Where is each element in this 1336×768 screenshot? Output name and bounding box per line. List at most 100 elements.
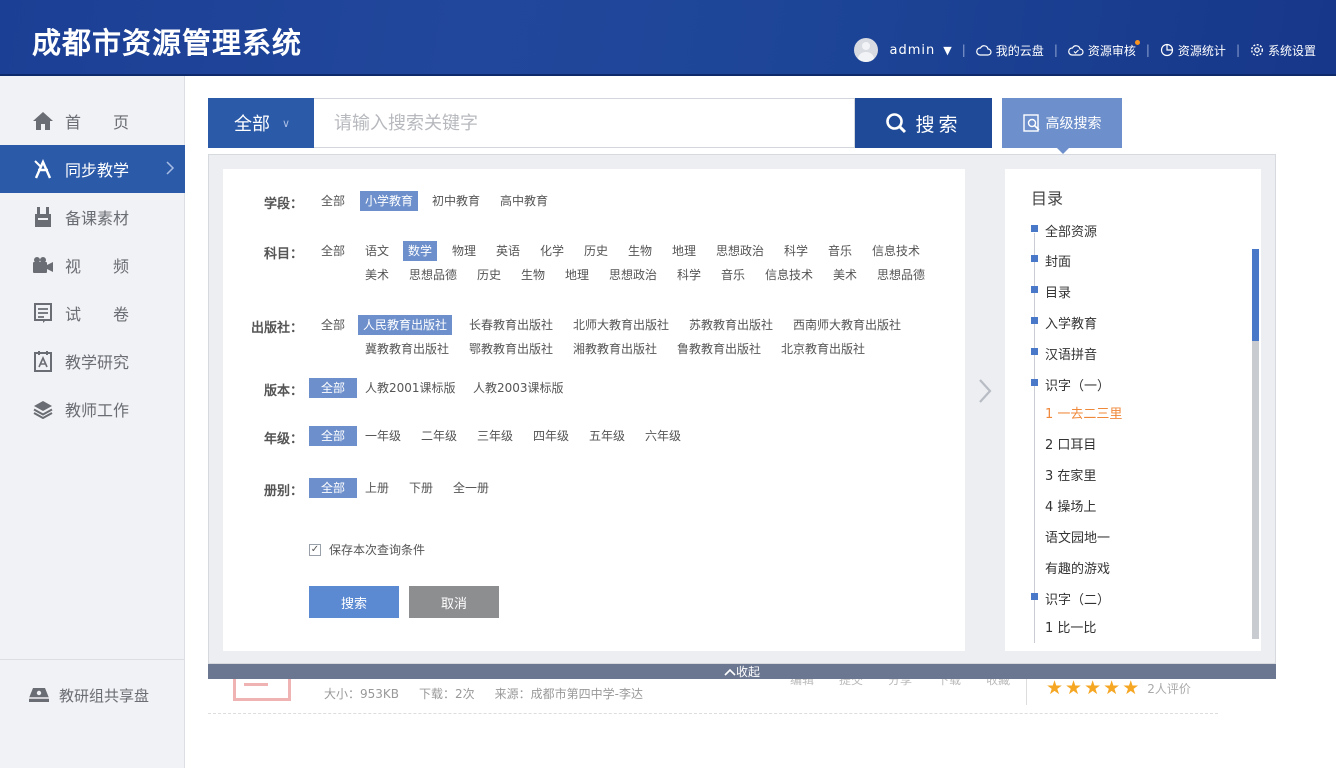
filter-option[interactable]: 全部	[321, 315, 345, 335]
chevron-down-icon[interactable]: ▼	[943, 44, 951, 57]
toc-item[interactable]: 语文园地一	[1045, 527, 1110, 546]
toc-item[interactable]: 封面	[1045, 251, 1071, 270]
filter-option[interactable]: 六年级	[645, 426, 681, 446]
scrollbar-thumb[interactable]	[1252, 249, 1259, 341]
sidebar-item-home[interactable]: 首 页	[0, 97, 185, 145]
toc-item[interactable]: 入学教育	[1045, 313, 1097, 332]
filter-option[interactable]: 音乐	[828, 241, 852, 261]
filter-option-selected[interactable]: 小学教育	[360, 191, 419, 211]
filter-option[interactable]: 西南师大教育出版社	[793, 315, 901, 335]
collapse-bar[interactable]: 收起	[208, 664, 1276, 679]
filter-option[interactable]: 全部	[321, 191, 345, 211]
toc-item[interactable]: 3 在家里	[1045, 465, 1096, 484]
filter-option[interactable]: 思想品德	[409, 265, 457, 285]
toc-item[interactable]: 识字（一）	[1045, 375, 1110, 394]
filter-option[interactable]: 鄂教教育出版社	[469, 339, 553, 359]
toc-item-active[interactable]: 1 一去二三里	[1045, 403, 1122, 422]
sidebar-item-label: 首 页	[65, 113, 130, 132]
nav-my-cloud[interactable]: 我的云盘	[975, 42, 1044, 59]
filter-option[interactable]: 北京教育出版社	[781, 339, 865, 359]
search-input[interactable]	[314, 98, 855, 148]
user-avatar[interactable]	[853, 38, 878, 62]
filter-option[interactable]: 五年级	[589, 426, 625, 446]
filter-option[interactable]: 音乐	[721, 265, 745, 285]
toc-item[interactable]: 有趣的游戏	[1045, 558, 1110, 577]
advanced-search-button[interactable]: 高级搜索	[1002, 98, 1122, 154]
sidebar-item-teacher-work[interactable]: 教师工作	[0, 385, 185, 433]
filter-option[interactable]: 冀教教育出版社	[365, 339, 449, 359]
filter-option[interactable]: 地理	[565, 265, 589, 285]
filter-option[interactable]: 人教2003课标版	[473, 378, 564, 398]
filter-option[interactable]: 思想政治	[609, 265, 657, 285]
filter-option[interactable]: 生物	[628, 241, 652, 261]
filter-option[interactable]: 美术	[365, 265, 389, 285]
filter-option[interactable]: 初中教育	[432, 191, 480, 211]
filter-option[interactable]: 苏教教育出版社	[689, 315, 773, 335]
toc-item[interactable]: 目录	[1045, 282, 1071, 301]
rating-stars: ★ ★ ★ ★ ★ 2人评价	[1046, 677, 1191, 699]
nav-resource-stats[interactable]: 资源统计	[1160, 42, 1226, 59]
filter-option[interactable]: 历史	[584, 241, 608, 261]
filter-option[interactable]: 地理	[672, 241, 696, 261]
checkmark-icon[interactable]: ✓	[309, 543, 321, 556]
nav-resource-review[interactable]: 资源审核	[1068, 39, 1140, 59]
toc-item[interactable]: 识字（二）	[1045, 589, 1110, 608]
toc-item[interactable]: 2 口耳目	[1045, 434, 1096, 453]
filter-option[interactable]: 四年级	[533, 426, 569, 446]
filter-option[interactable]: 物理	[452, 241, 476, 261]
filter-option[interactable]: 历史	[477, 265, 501, 285]
filter-option-selected[interactable]: 全部	[309, 478, 357, 498]
filter-option[interactable]: 科学	[677, 265, 701, 285]
sidebar-item-label: 教学研究	[65, 353, 130, 372]
sidebar-item-video[interactable]: 视 频	[0, 241, 185, 289]
divider: |	[1235, 43, 1240, 57]
sidebar-item-exam[interactable]: 试 卷	[0, 289, 185, 337]
filter-option[interactable]: 北师大教育出版社	[573, 315, 669, 335]
filter-option[interactable]: 鲁教教育出版社	[677, 339, 761, 359]
filter-option[interactable]: 全部	[321, 241, 345, 261]
search-button[interactable]: 搜索	[855, 98, 992, 148]
filter-option[interactable]: 长春教育出版社	[469, 315, 553, 335]
filter-option-selected[interactable]: 全部	[309, 378, 357, 398]
sidebar-item-materials[interactable]: 备课素材	[0, 193, 185, 241]
filter-option[interactable]: 生物	[521, 265, 545, 285]
filter-option[interactable]: 化学	[540, 241, 564, 261]
search-scope-select[interactable]: 全部 ∨	[208, 98, 314, 148]
toc-item[interactable]: 4 操场上	[1045, 496, 1096, 515]
app-header: 成都市资源管理系统 admin ▼ | 我的云盘 | 资源审核 | 资源统计 |…	[0, 0, 1336, 76]
sidebar-bottom-label: 教研组共享盘	[59, 687, 150, 705]
toc-item[interactable]: 全部资源	[1045, 221, 1097, 240]
save-query-checkbox[interactable]: ✓ 保存本次查询条件	[309, 541, 425, 558]
username[interactable]: admin	[890, 43, 936, 58]
filter-option[interactable]: 二年级	[421, 426, 457, 446]
sidebar-item-sync-teaching[interactable]: 同步教学	[0, 145, 185, 193]
filter-option-selected[interactable]: 数学	[403, 241, 438, 261]
toc-item[interactable]: 汉语拼音	[1045, 344, 1097, 363]
filter-option[interactable]: 全一册	[453, 478, 489, 498]
filter-option-selected[interactable]: 全部	[309, 426, 357, 446]
filter-option[interactable]: 下册	[409, 478, 433, 498]
chevron-right-icon[interactable]	[977, 377, 993, 405]
filter-option[interactable]: 高中教育	[500, 191, 548, 211]
filter-cancel-button[interactable]: 取消	[409, 586, 499, 618]
sidebar-item-research[interactable]: 教学研究	[0, 337, 185, 385]
filter-option[interactable]: 思想品德	[877, 265, 925, 285]
nav-system-settings[interactable]: 系统设置	[1250, 42, 1316, 59]
chevron-right-icon	[166, 161, 175, 175]
filter-option[interactable]: 英语	[496, 241, 520, 261]
filter-option[interactable]: 美术	[833, 265, 857, 285]
filter-option[interactable]: 信息技术	[765, 265, 813, 285]
filter-option[interactable]: 一年级	[365, 426, 401, 446]
filter-option[interactable]: 三年级	[477, 426, 513, 446]
filter-option[interactable]: 人教2001课标版	[365, 378, 456, 398]
filter-option[interactable]: 上册	[365, 478, 389, 498]
filter-option[interactable]: 信息技术	[872, 241, 920, 261]
sidebar-item-shared-disk[interactable]: 教研组共享盘	[0, 659, 185, 731]
filter-option[interactable]: 思想政治	[716, 241, 764, 261]
filter-search-button[interactable]: 搜索	[309, 586, 399, 618]
filter-option-selected[interactable]: 人民教育出版社	[358, 315, 453, 335]
filter-option[interactable]: 湘教教育出版社	[573, 339, 657, 359]
filter-option[interactable]: 语文	[365, 241, 389, 261]
filter-option[interactable]: 科学	[784, 241, 808, 261]
toc-item[interactable]: 1 比一比	[1045, 617, 1096, 636]
